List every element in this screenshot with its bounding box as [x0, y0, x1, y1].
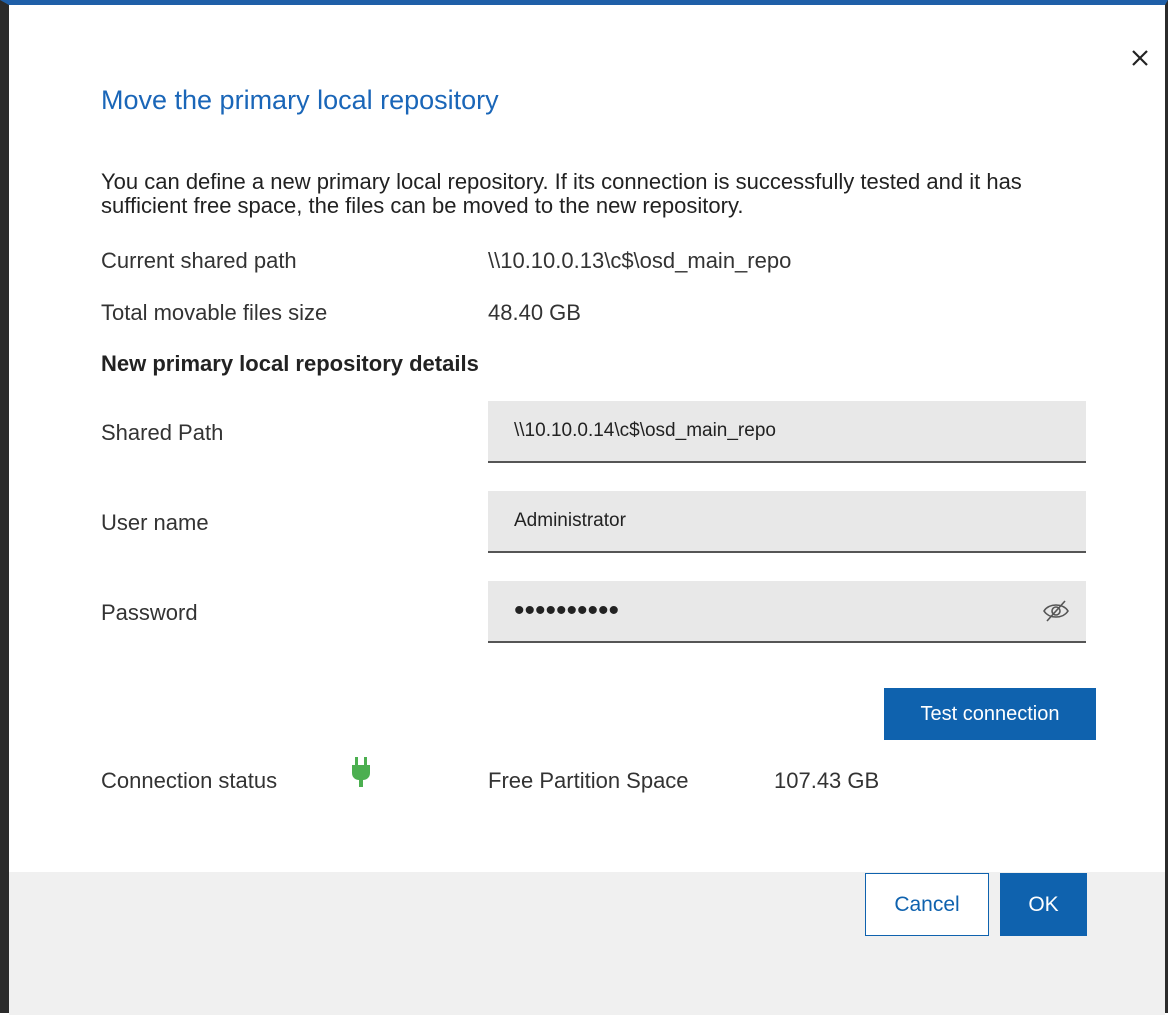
password-input-value: •••••••••• [514, 594, 620, 627]
shared-path-input[interactable]: \\10.10.0.14\c$\osd_main_repo [488, 401, 1086, 463]
eye-hidden-icon[interactable] [1042, 599, 1070, 623]
shared-path-input-value: \\10.10.0.14\c$\osd_main_repo [514, 420, 776, 441]
move-repository-dialog: Move the primary local repository You ca… [0, 0, 1168, 1015]
cancel-button[interactable]: Cancel [865, 873, 989, 936]
movable-files-size-value: 48.40 GB [488, 300, 581, 325]
current-shared-path-value: \\10.10.0.13\c$\osd_main_repo [488, 248, 792, 273]
close-icon [1132, 50, 1148, 66]
dialog-title: Move the primary local repository [101, 85, 499, 115]
plug-connected-icon [352, 757, 370, 787]
password-label: Password [101, 600, 198, 625]
movable-files-size-label: Total movable files size [101, 300, 328, 325]
connection-status-label: Connection status [101, 768, 278, 793]
free-partition-space-label: Free Partition Space [488, 768, 689, 793]
ok-button[interactable]: OK [1000, 873, 1087, 936]
password-input[interactable]: •••••••••• [488, 581, 1086, 643]
dialog-description: You can define a new primary local repos… [101, 169, 1022, 218]
shared-path-label: Shared Path [101, 420, 224, 445]
username-input[interactable]: Administrator [488, 491, 1086, 553]
free-partition-space-value: 107.43 GB [774, 768, 880, 793]
username-input-value: Administrator [514, 510, 626, 531]
dialog-footer [9, 872, 1165, 1015]
current-shared-path-label: Current shared path [101, 248, 297, 273]
username-label: User name [101, 510, 209, 535]
test-connection-button[interactable]: Test connection [884, 688, 1096, 740]
new-repository-section-title: New primary local repository details [101, 351, 479, 376]
close-button[interactable] [1122, 40, 1158, 76]
